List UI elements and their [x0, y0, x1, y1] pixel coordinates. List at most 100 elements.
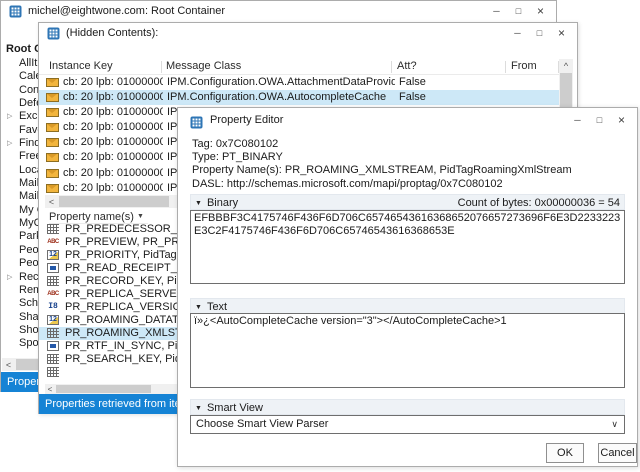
- scrollbar-thumb[interactable]: [56, 385, 151, 393]
- collapse-icon[interactable]: ▼: [195, 304, 207, 311]
- envelope-icon: [46, 153, 59, 163]
- bool-type-icon: [47, 263, 59, 273]
- att-cell: False: [399, 76, 426, 88]
- minimize-button[interactable]: ─: [572, 115, 583, 126]
- tree-item-label: AllIt: [19, 57, 38, 69]
- instance-key-cell: cb: 20 lpb: 0100000000...: [63, 181, 163, 194]
- column-divider[interactable]: [391, 61, 392, 73]
- maximize-button[interactable]: □: [513, 6, 524, 17]
- instance-key-cell: cb: 20 lpb: 0100000000...: [63, 91, 163, 104]
- table-row[interactable]: cb: 20 lpb: 0100000000... IPM.Configurat…: [39, 75, 559, 90]
- envelope-icon: [46, 108, 59, 118]
- ok-button[interactable]: OK: [546, 443, 584, 463]
- envelope-icon: [46, 123, 59, 133]
- app-icon: [9, 5, 22, 18]
- app-icon: [47, 27, 60, 40]
- envelope-icon: [46, 78, 59, 87]
- binary-section-header[interactable]: ▼ Binary Count of bytes: 0x00000036 = 54: [190, 194, 625, 210]
- envelope-icon: [46, 93, 59, 103]
- property-editor-titlebar[interactable]: Property Editor ─ □ ×: [178, 108, 637, 132]
- binary-type-icon: [47, 328, 59, 338]
- close-button[interactable]: ×: [556, 27, 567, 39]
- column-header-message-class[interactable]: Message Class: [166, 60, 241, 72]
- message-class-cell: IPM.Configuration.OWA.AutocompleteCache: [167, 91, 387, 104]
- string-type-icon: ABC: [47, 239, 59, 245]
- expand-icon[interactable]: ▷: [7, 137, 12, 150]
- binary-type-icon: [47, 367, 59, 377]
- smart-view-section-header[interactable]: ▼ Smart View: [190, 399, 625, 415]
- dropdown-selected-value: Choose Smart View Parser: [196, 418, 329, 430]
- expand-icon[interactable]: ▷: [7, 271, 12, 284]
- column-header-instance-key[interactable]: Instance Key: [49, 60, 113, 72]
- property-info-block: Tag: 0x7C080102 Type: PT_BINARY Property…: [192, 138, 572, 191]
- maximize-button[interactable]: □: [594, 115, 605, 126]
- tree-root-item[interactable]: Root C: [6, 43, 42, 55]
- collapse-icon[interactable]: ▼: [195, 200, 207, 207]
- bool-type-icon: [47, 341, 59, 351]
- i8-type-icon: I8: [48, 302, 58, 311]
- dialog-title: Property Editor: [210, 114, 284, 126]
- instance-key-cell: cb: 20 lpb: 0100000000...: [63, 151, 163, 164]
- collapse-icon[interactable]: ▼: [195, 405, 207, 412]
- text-value-input[interactable]: ï»¿<AutoCompleteCache version="3"></Auto…: [190, 313, 625, 388]
- tree-item-label: Mail: [19, 190, 40, 203]
- app-icon: [190, 114, 203, 129]
- property-dasl: DASL: http://schemas.microsoft.com/mapi/…: [192, 177, 503, 190]
- close-button[interactable]: ×: [616, 114, 627, 126]
- binary-type-icon: [47, 276, 59, 286]
- scroll-left-button[interactable]: <: [45, 384, 55, 394]
- desktop: { "icon_glyphs": { "minimize": "─", "max…: [0, 0, 640, 472]
- text-section-label: Text: [206, 301, 228, 313]
- column-divider[interactable]: [505, 61, 506, 73]
- instance-key-cell: cb: 20 lpb: 0100000000...: [63, 136, 163, 149]
- window-title: michel@eightwone.com: Root Container: [28, 5, 226, 17]
- scroll-left-button[interactable]: <: [45, 195, 58, 208]
- maximize-button[interactable]: □: [534, 28, 545, 39]
- property-name-label: PR_REPLICA_VERSION: [65, 301, 190, 313]
- envelope-icon: [46, 138, 59, 148]
- cancel-button[interactable]: Cancel: [598, 443, 637, 463]
- property-names: Property Name(s): PR_ROAMING_XMLSTREAM, …: [192, 164, 572, 177]
- expand-icon[interactable]: ▷: [7, 110, 12, 123]
- table-row[interactable]: cb: 20 lpb: 0100000000... IPM.Configurat…: [39, 90, 559, 106]
- minimize-button[interactable]: ─: [491, 6, 502, 17]
- message-class-cell: IPM.Configuration.OWA.AttachmentDataProv…: [167, 76, 395, 88]
- column-header-from[interactable]: From: [511, 60, 537, 72]
- instance-key-cell: cb: 20 lpb: 0100000000...: [63, 121, 163, 134]
- property-editor-dialog: Property Editor ─ □ × Tag: 0x7C080102 Ty…: [177, 107, 638, 467]
- scroll-up-button[interactable]: ^: [559, 59, 573, 72]
- column-header-att[interactable]: Att?: [397, 60, 417, 72]
- property-type: Type: PT_BINARY: [192, 151, 283, 164]
- property-header-label: Property name(s): [49, 211, 134, 223]
- chevron-down-icon: ∨: [611, 419, 618, 429]
- smart-view-parser-dropdown[interactable]: Choose Smart View Parser ∨: [190, 415, 625, 434]
- binary-section-label: Binary: [206, 197, 239, 209]
- string-type-icon: ABC: [47, 291, 59, 297]
- envelope-icon: [46, 168, 59, 178]
- column-divider[interactable]: [161, 61, 162, 73]
- long-type-icon: 12: [47, 250, 59, 260]
- sort-descending-icon: ▼: [136, 213, 144, 220]
- root-container-titlebar[interactable]: michel@eightwone.com: Root Container ─ □…: [1, 1, 556, 22]
- property-name-label: PR_REPLICA_SERVER: [65, 288, 185, 300]
- binary-value-input[interactable]: EFBBBF3C4175746F436F6D706C65746543616368…: [190, 210, 625, 284]
- tree-item-label: Con: [19, 83, 40, 96]
- window-title: (Hidden Contents):: [66, 27, 159, 39]
- binary-type-icon: [47, 224, 59, 234]
- close-button[interactable]: ×: [535, 5, 546, 17]
- instance-key-cell: cb: 20 lpb: 0100000000...: [63, 106, 163, 119]
- envelope-icon: [46, 183, 59, 193]
- long-type-icon: 12: [47, 315, 59, 325]
- binary-type-icon: [47, 354, 59, 364]
- hidden-contents-titlebar[interactable]: (Hidden Contents): ─ □ ×: [39, 23, 577, 44]
- smart-view-section-label: Smart View: [206, 402, 263, 414]
- scroll-left-button[interactable]: <: [2, 358, 15, 371]
- minimize-button[interactable]: ─: [512, 28, 523, 39]
- property-tag: Tag: 0x7C080102: [192, 138, 279, 150]
- text-section-header[interactable]: ▼ Text: [190, 298, 625, 314]
- table-header: Instance Key Message Class Att? From: [39, 59, 559, 75]
- scrollbar-thumb[interactable]: [59, 196, 169, 207]
- instance-key-cell: cb: 20 lpb: 0100000000...: [63, 166, 163, 179]
- tree-item-label: Mail: [19, 177, 40, 190]
- byte-count-label: Count of bytes: 0x00000036 = 54: [457, 197, 620, 209]
